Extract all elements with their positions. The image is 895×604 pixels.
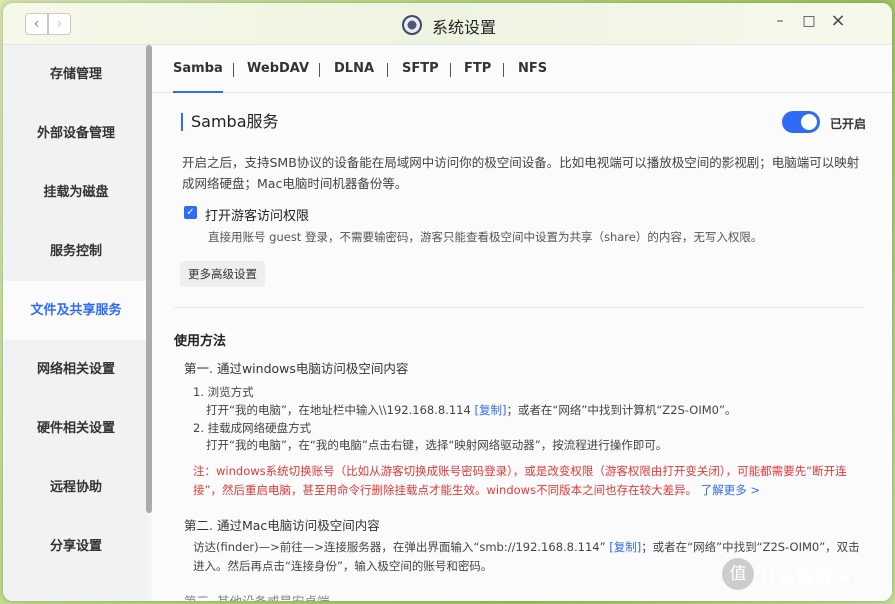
step3-title: 第三. 其他设备或是安卓端: [184, 591, 329, 601]
usage-title: 使用方法: [174, 334, 227, 349]
step1-item1-body: 打开“我的电脑”，在地址栏中输入\\192.168.8.114: [206, 403, 471, 417]
sidebar-item-mount-disk[interactable]: 挂载为磁盘: [3, 163, 149, 222]
step2-body: 访达(finder)—>前往—>连接服务器，在弹出界面输入“smb://192.…: [193, 540, 606, 554]
samba-section-title: Samba服务: [181, 113, 279, 131]
divider: [174, 307, 864, 308]
title-bar: ‹ › 系统设置 – □ ×: [3, 3, 892, 45]
guest-access-description: 直接用账号 guest 登录，不需要输密码，游客只能查看极空间中设置为共享（sh…: [208, 230, 763, 244]
step1-item1-title: 1. 浏览方式: [193, 385, 254, 399]
samba-toggle[interactable]: [782, 111, 820, 133]
advanced-settings-button[interactable]: 更多高级设置: [180, 261, 265, 287]
step1-title: 第一. 通过windows电脑访问极空间内容: [184, 361, 409, 376]
samba-description: 开启之后，支持SMB协议的设备能在局域网中访问你的极空间设备。比如电视端可以播放…: [182, 155, 860, 191]
tab-bar: Samba WebDAV DLNA SFTP FTP NFS: [152, 45, 892, 93]
sidebar-item-service-control[interactable]: 服务控制: [3, 222, 149, 281]
toggle-status-label: 已开启: [830, 117, 867, 131]
sidebar-item-network[interactable]: 网络相关设置: [3, 340, 149, 399]
tab-nfs[interactable]: NFS: [518, 61, 547, 76]
close-button[interactable]: ×: [829, 10, 847, 31]
window-title: 系统设置: [432, 18, 497, 37]
watermark-icon: 值: [722, 558, 754, 590]
app-settings-icon: [402, 15, 422, 35]
guest-access-checkbox[interactable]: ✓: [184, 206, 197, 219]
copy-smb-link[interactable]: [复制]: [609, 540, 641, 554]
step1-item1-text: 打开“我的电脑”，在地址栏中输入\\192.168.8.114 [复制]；或者在…: [206, 402, 736, 418]
sidebar-item-remote-assist[interactable]: 远程协助: [3, 458, 149, 517]
forward-button[interactable]: ›: [48, 13, 71, 35]
tab-separator: [503, 63, 504, 77]
step1-item2-text: 打开“我的电脑”，在“我的电脑”点击右键，选择“映射网络驱动器”，按流程进行操作…: [206, 438, 668, 452]
watermark-text: 什么值得买: [760, 566, 850, 587]
sidebar-item-external-devices[interactable]: 外部设备管理: [3, 104, 149, 163]
minimize-button[interactable]: –: [771, 13, 789, 29]
toggle-knob: [801, 114, 817, 130]
maximize-button[interactable]: □: [800, 13, 818, 29]
back-button[interactable]: ‹: [25, 13, 48, 35]
tab-separator: [387, 63, 388, 77]
sidebar-item-storage[interactable]: 存储管理: [3, 45, 149, 104]
copy-address-link[interactable]: [复制]: [474, 403, 506, 417]
warning-note: 注：windows系统切换账号（比如从游客切换成账号密码登录），或是改变权限（游…: [193, 462, 865, 500]
tab-webdav[interactable]: WebDAV: [247, 61, 309, 76]
step1-item2-title: 2. 挂载成网络硬盘方式: [193, 421, 312, 435]
guest-access-label[interactable]: 打开游客访问权限: [205, 205, 309, 224]
step1-item1-tail: ；或者在“网络”中找到计算机“Z2S-OIM0”。: [506, 403, 737, 417]
step2-title: 第二. 通过Mac电脑访问极空间内容: [184, 518, 380, 533]
tab-ftp[interactable]: FTP: [464, 61, 491, 76]
sidebar-item-share-settings[interactable]: 分享设置: [3, 517, 149, 576]
sidebar-item-file-sharing[interactable]: 文件及共享服务: [3, 281, 149, 340]
settings-window: ‹ › 系统设置 – □ × 存储管理 外部设备管理 挂载为磁盘 服务控制 文件…: [3, 3, 892, 601]
main-panel: Samba WebDAV DLNA SFTP FTP NFS Samba服务 已…: [152, 45, 892, 601]
sidebar-item-hardware[interactable]: 硬件相关设置: [3, 399, 149, 458]
tab-samba[interactable]: Samba: [173, 61, 223, 93]
tab-sftp[interactable]: SFTP: [402, 61, 439, 76]
tab-separator: [319, 63, 320, 77]
learn-more-link[interactable]: 了解更多 >: [701, 483, 760, 497]
tab-separator: [233, 63, 234, 77]
tab-dlna[interactable]: DLNA: [334, 61, 374, 76]
tab-separator: [450, 63, 451, 77]
sidebar: 存储管理 外部设备管理 挂载为磁盘 服务控制 文件及共享服务 网络相关设置 硬件…: [3, 45, 149, 601]
